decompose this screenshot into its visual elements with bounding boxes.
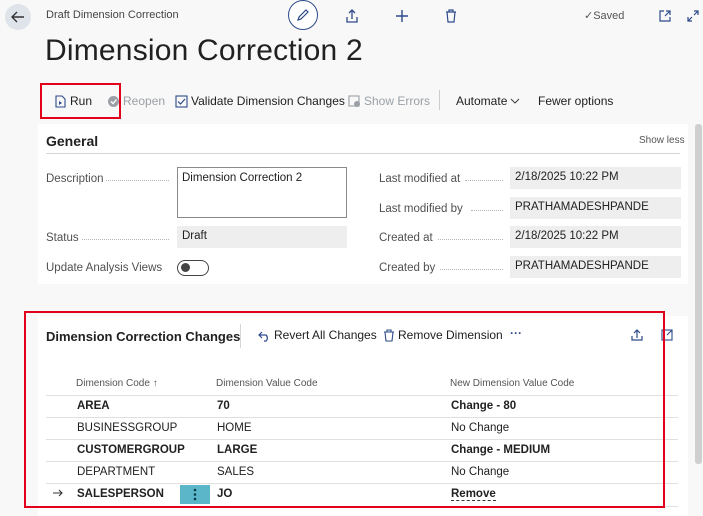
- description-field[interactable]: Dimension Correction 2: [177, 167, 347, 218]
- automate-menu[interactable]: Automate: [456, 94, 520, 108]
- update-analysis-views-toggle[interactable]: [177, 260, 209, 276]
- page-title: Dimension Correction 2: [45, 34, 363, 67]
- page-scrollbar[interactable]: [695, 124, 702, 464]
- validate-icon: [175, 94, 188, 108]
- toggle-knob: [181, 263, 190, 272]
- general-section-title[interactable]: General: [46, 133, 98, 149]
- created-at-value: 2/18/2025 10:22 PM: [510, 226, 681, 248]
- arrow-left-icon: [11, 11, 24, 23]
- field-leader: [82, 239, 169, 240]
- section-divider: [46, 153, 680, 154]
- field-leader: [471, 210, 503, 211]
- expand-icon: [687, 10, 699, 22]
- saved-status: ✓Saved: [584, 10, 625, 22]
- general-card: General Show less Description Dimension …: [38, 124, 688, 284]
- field-leader: [440, 269, 503, 270]
- expand-button[interactable]: [684, 7, 702, 25]
- validate-dimension-changes-button[interactable]: Validate Dimension Changes: [175, 94, 345, 108]
- action-bar: Run Reopen Validate Dimension Changes Sh…: [38, 86, 682, 114]
- plus-icon: [396, 10, 408, 22]
- errors-icon: [348, 94, 360, 107]
- field-leader: [438, 239, 503, 240]
- pencil-icon: [297, 9, 309, 21]
- field-leader: [465, 180, 503, 181]
- created-at-label: Created at: [379, 232, 433, 244]
- open-new-window-button[interactable]: [656, 7, 674, 25]
- breadcrumb[interactable]: Draft Dimension Correction: [46, 9, 179, 21]
- created-by-label: Created by: [379, 262, 436, 274]
- update-analysis-views-label: Update Analysis Views: [46, 262, 163, 274]
- last-modified-by-label: Last modified by: [379, 203, 463, 215]
- description-label: Description: [46, 173, 104, 185]
- trash-icon: [446, 9, 456, 23]
- fewer-options-button[interactable]: Fewer options: [538, 94, 613, 108]
- edit-button[interactable]: [288, 0, 318, 30]
- delete-button[interactable]: [442, 7, 460, 25]
- changes-highlight-box: [24, 311, 665, 508]
- share-icon: [346, 9, 358, 23]
- field-leader: [106, 180, 169, 181]
- run-highlight-box: [40, 83, 121, 119]
- last-modified-at-value: 2/18/2025 10:22 PM: [510, 167, 681, 189]
- open-in-new-icon: [659, 10, 671, 22]
- chevron-down-icon: [510, 98, 520, 104]
- last-modified-at-label: Last modified at: [379, 173, 461, 185]
- checkmark-icon: ✓: [584, 10, 594, 22]
- back-button[interactable]: [5, 4, 31, 30]
- new-button[interactable]: [393, 7, 411, 25]
- status-label: Status: [46, 232, 79, 244]
- show-less-link[interactable]: Show less: [639, 135, 685, 146]
- toolbar-divider: [439, 90, 440, 110]
- created-by-value: PRATHAMADESHPANDE: [510, 256, 681, 278]
- status-value: Draft: [177, 226, 347, 248]
- last-modified-by-value: PRATHAMADESHPANDE: [510, 197, 681, 219]
- show-errors-button[interactable]: Show Errors: [348, 94, 430, 108]
- share-button[interactable]: [343, 7, 361, 25]
